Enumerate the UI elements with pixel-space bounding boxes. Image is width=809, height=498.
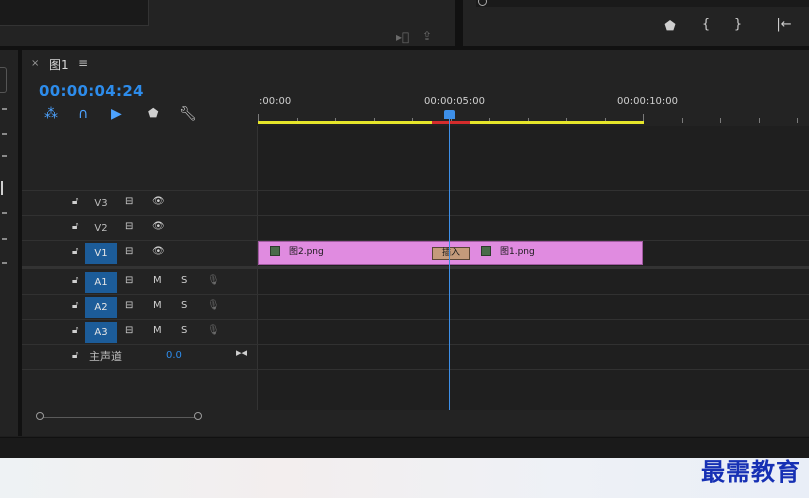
status-strip [0, 437, 809, 459]
track-target-v2[interactable]: V2 [85, 218, 117, 239]
watermark-logo: 最需教育 [701, 457, 801, 486]
video-audio-divider[interactable] [22, 266, 809, 269]
master-track-label: 主声道 [89, 350, 122, 363]
source-panel-inner [0, 0, 149, 26]
eye-icon[interactable]: 👁︎ [152, 196, 165, 207]
panel-menu-icon[interactable]: ≡ [78, 56, 88, 70]
master-volume-value[interactable]: 0.0 [166, 350, 182, 361]
lock-icon[interactable]: 🔓︎ [72, 350, 78, 361]
export-frame-icon[interactable]: ⇪ [422, 29, 432, 43]
mute-button[interactable]: M [153, 300, 162, 311]
step-forward-icon[interactable]: ▸⃒ [396, 30, 409, 44]
mute-button[interactable]: M [153, 275, 162, 286]
tool-track-select[interactable] [2, 108, 7, 110]
go-to-edit-point-icon[interactable]: ▸◂ [236, 346, 247, 359]
microphone-icon[interactable]: 🎙︎ [207, 300, 220, 311]
track-target-v1[interactable]: V1 [85, 243, 117, 264]
track-header-v3: 🔓︎ V3 ⊟ 👁︎ [22, 191, 258, 216]
tool-selection[interactable] [0, 67, 7, 93]
fx-badge-icon [481, 246, 491, 256]
solo-button[interactable]: S [181, 325, 187, 336]
desktop-background [0, 458, 809, 498]
sync-lock-icon[interactable]: ⊟ [125, 300, 133, 311]
lock-icon[interactable]: 🔓︎ [72, 246, 78, 257]
go-to-in-icon[interactable]: |← [775, 18, 793, 32]
sync-lock-icon[interactable]: ⊟ [125, 246, 133, 257]
wrench-icon[interactable]: 🔧︎ [179, 106, 197, 122]
sync-lock-icon[interactable]: ⊟ [125, 221, 133, 232]
microphone-icon[interactable]: 🎙︎ [207, 275, 220, 286]
sequence-tab[interactable]: 图1 [49, 56, 69, 73]
tool-slip[interactable] [1, 181, 3, 195]
track-target-a2[interactable]: A2 [85, 297, 117, 318]
ruler-tick [759, 118, 760, 123]
mute-button[interactable]: M [153, 325, 162, 336]
track-header-master: 🔓︎ 主声道 0.0 ▸◂ [22, 345, 258, 370]
playhead-timecode[interactable]: 00:00:04:24 [39, 82, 144, 100]
track-target-a1[interactable]: A1 [85, 272, 117, 293]
track-header-a1: 🔓︎ A1 ⊟ M S 🎙︎ [22, 270, 258, 295]
lock-icon[interactable]: 🔓︎ [72, 325, 78, 336]
sync-lock-icon[interactable]: ⊟ [125, 275, 133, 286]
clip-name: 图2.png [289, 247, 324, 257]
tool-ripple-edit[interactable] [2, 133, 7, 135]
sync-lock-icon[interactable]: ⊟ [125, 196, 133, 207]
eye-icon[interactable]: 👁︎ [152, 221, 165, 232]
ruler-tick [682, 118, 683, 123]
program-scrollbar[interactable] [476, 0, 809, 7]
playhead-handle[interactable] [444, 110, 455, 119]
playhead-line[interactable] [449, 118, 450, 410]
microphone-icon[interactable]: 🎙︎ [207, 325, 220, 336]
close-tab-icon[interactable]: × [31, 58, 39, 69]
lock-icon[interactable]: 🔓︎ [72, 275, 78, 286]
mark-in-icon[interactable]: { [699, 18, 713, 32]
timeline-zoom-scrollbar[interactable] [40, 417, 198, 418]
tool-pen[interactable] [2, 212, 7, 214]
panel-divider[interactable] [455, 0, 463, 46]
solo-button[interactable]: S [181, 275, 187, 286]
eye-icon[interactable]: 👁︎ [152, 246, 165, 257]
track-target-a3[interactable]: A3 [85, 322, 117, 343]
track-header-a3: 🔓︎ A3 ⊟ M S 🎙︎ [22, 320, 258, 345]
render-bar [432, 121, 470, 124]
ruler-tick [720, 118, 721, 123]
transition-insert[interactable]: 插入 [432, 247, 470, 260]
tool-type[interactable] [2, 262, 7, 264]
track-header-v2: 🔓︎ V2 ⊟ 👁︎ [22, 216, 258, 241]
track-header-a2: 🔓︎ A2 ⊟ M S 🎙︎ [22, 295, 258, 320]
add-marker-icon[interactable]: ⬟ [148, 106, 158, 120]
scroll-knob-left[interactable] [36, 412, 44, 420]
fx-badge-icon [270, 246, 280, 256]
lock-icon[interactable]: 🔓︎ [72, 300, 78, 311]
track-header-v1: 🔓︎ V1 ⊟ 👁︎ [22, 241, 258, 266]
sync-lock-icon[interactable]: ⊟ [125, 325, 133, 336]
mark-out-icon[interactable]: } [731, 18, 745, 32]
lock-icon[interactable]: 🔓︎ [72, 196, 78, 207]
lock-icon[interactable]: 🔓︎ [72, 221, 78, 232]
ruler-tick [797, 118, 798, 123]
nest-sequence-icon[interactable]: ⁂ [44, 106, 58, 122]
scroll-knob-right[interactable] [194, 412, 202, 420]
tool-razor[interactable] [2, 155, 7, 157]
add-marker-icon[interactable]: ⬟ [663, 20, 677, 34]
linked-selection-icon[interactable]: ▶ [111, 106, 122, 122]
track-target-v3[interactable]: V3 [85, 193, 117, 214]
tool-hand[interactable] [2, 238, 7, 240]
solo-button[interactable]: S [181, 300, 187, 311]
snap-magnet-icon[interactable]: ∩ [78, 106, 88, 122]
clip-name: 图1.png [500, 247, 535, 257]
